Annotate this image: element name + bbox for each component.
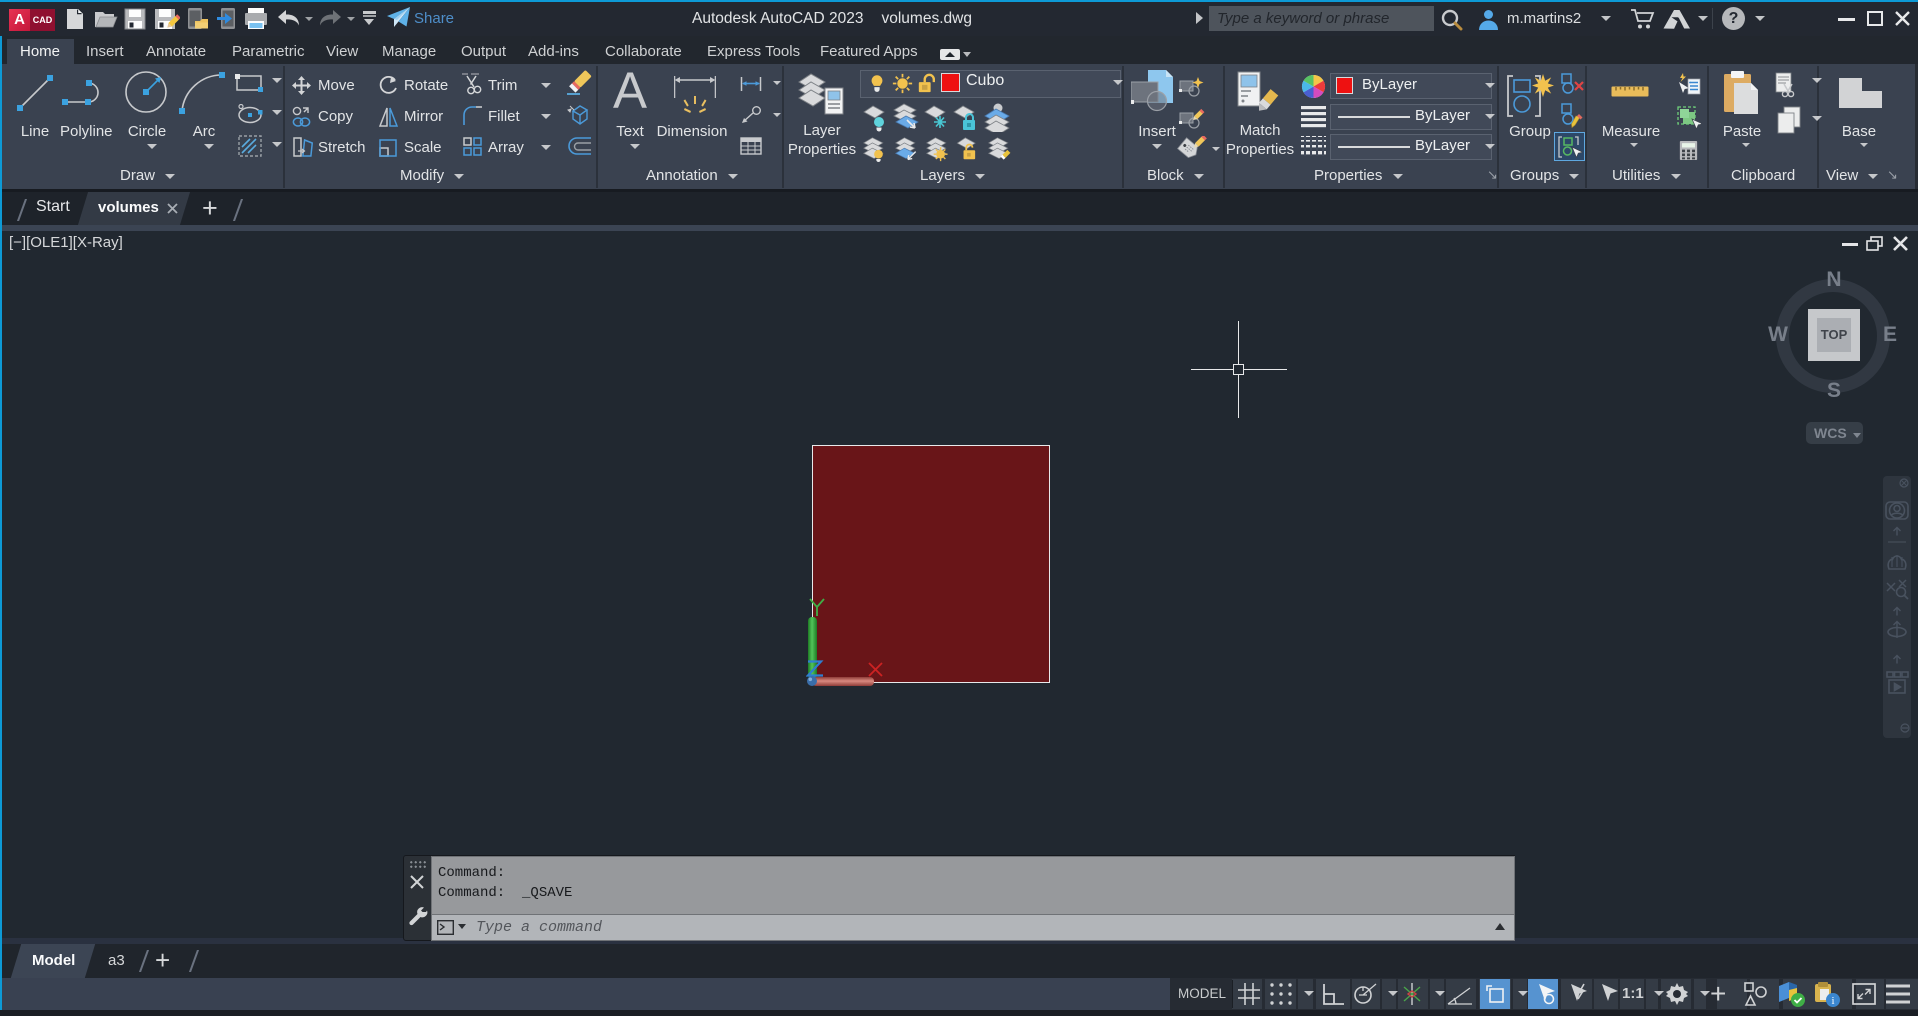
svg-text:i: i [1831,995,1834,1007]
